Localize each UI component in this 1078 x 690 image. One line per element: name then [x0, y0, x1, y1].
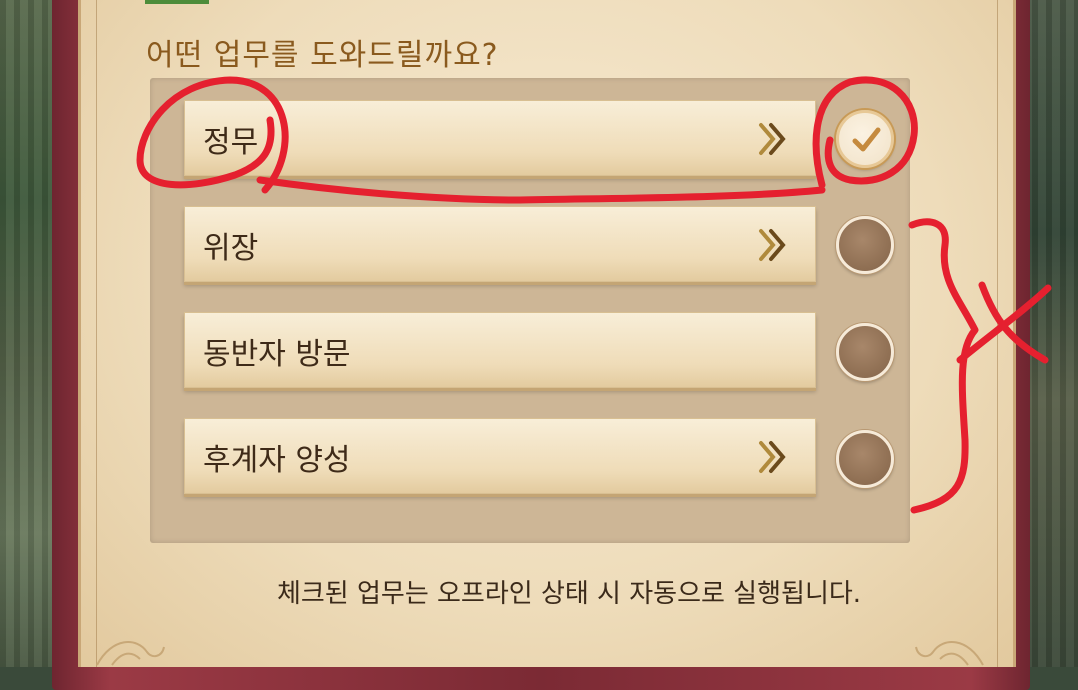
footer-note: 체크된 업무는 오프라인 상태 시 자동으로 실행됩니다.: [276, 579, 862, 609]
option-checkbox-heir-training[interactable]: [836, 430, 894, 488]
checkmark-icon: [852, 127, 881, 152]
option-label: 위장: [203, 231, 259, 266]
option-checkbox-jeongmu[interactable]: [836, 110, 894, 168]
option-label: 동반자 방문: [203, 337, 351, 372]
option-label: 후계자 양성: [203, 443, 351, 478]
question-title: 어떤 업무를 도와드릴까요?: [146, 38, 499, 73]
double-chevron-right-icon: [759, 229, 786, 261]
option-row-heir-training[interactable]: 후계자 양성: [184, 418, 816, 494]
corner-ornament-left-icon: [96, 641, 165, 666]
option-label: 정무: [203, 125, 259, 160]
double-chevron-right-icon: [759, 123, 786, 155]
double-chevron-right-icon: [759, 441, 786, 473]
option-row-jeongmu[interactable]: 정무: [184, 100, 816, 176]
option-row-companion-visit[interactable]: 동반자 방문: [184, 312, 816, 388]
tab-indicator: [145, 0, 209, 4]
option-checkbox-companion-visit[interactable]: [836, 323, 894, 381]
corner-ornament-right-icon: [915, 641, 984, 666]
option-row-wijang[interactable]: 위장: [184, 206, 816, 282]
option-checkbox-wijang[interactable]: [836, 216, 894, 274]
